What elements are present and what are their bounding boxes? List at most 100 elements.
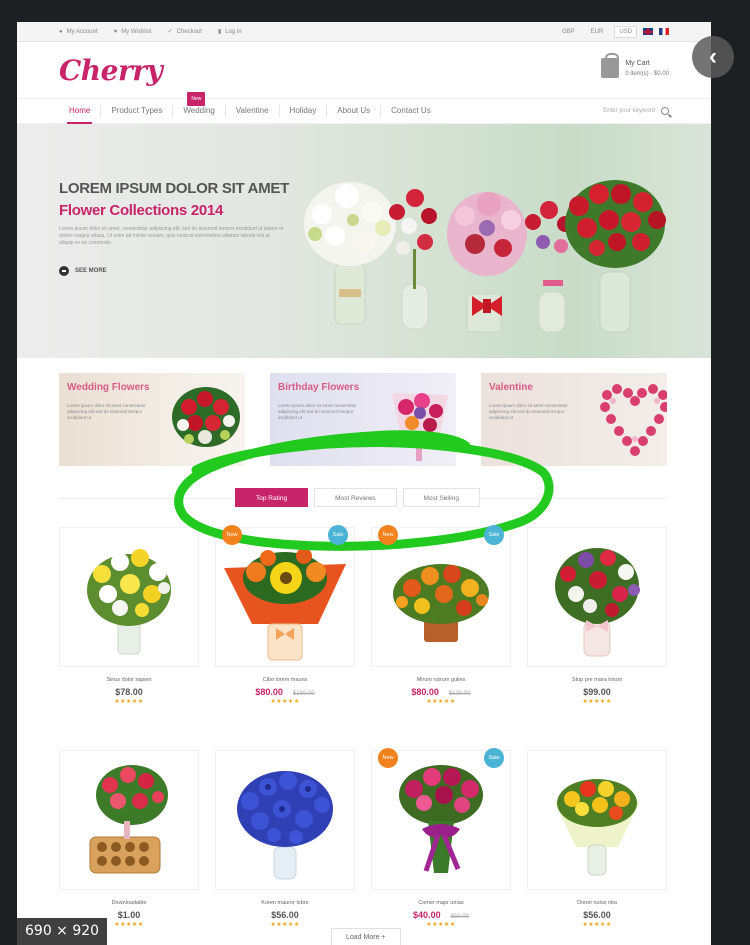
cart-title: My Cart <box>625 59 650 67</box>
close-viewer-button[interactable]: ‹ <box>692 36 734 78</box>
product-card[interactable]: New Sale Comer mapr umas $40.00 $50.00 ★★… <box>371 748 511 928</box>
product-grid: Sinus dolor sapien $78.00 ★★★★★ New Sale <box>59 525 667 928</box>
site-header: Cherry My Cart 0 item(s) - $0.00 <box>17 42 711 98</box>
category-birthday-flowers[interactable]: Birthday Flowers Lorem ipsum dolor sit a… <box>270 373 456 466</box>
mixed-rose-bouquet-image <box>555 548 640 657</box>
product-card[interactable]: Koren mauror lobre $56.00 ★★★★★ <box>215 750 355 928</box>
new-badge: New <box>187 92 206 106</box>
shopping-bag-icon <box>601 53 620 78</box>
france-flag-icon[interactable] <box>659 28 669 35</box>
uk-flag-icon[interactable] <box>643 28 653 35</box>
product-card[interactable]: New Sale Cibo lorem mauris $80.00 $100.00… <box>215 525 355 705</box>
lock-icon: ▮ <box>217 29 222 35</box>
product-image[interactable] <box>215 527 355 667</box>
search-icon[interactable] <box>661 107 669 115</box>
birthday-bouquet-image <box>392 393 448 461</box>
old-price: $100.00 <box>448 691 471 697</box>
nav-holiday[interactable]: Holiday <box>280 105 328 117</box>
mini-cart[interactable]: My Cart 0 item(s) - $0.00 <box>601 53 669 78</box>
user-icon: ● <box>59 28 63 35</box>
orange-gerbera-bouquet-image <box>224 548 346 661</box>
category-banners: Wedding Flowers Lorem ipsum dolor sit am… <box>59 373 667 466</box>
product-card[interactable]: Donet nulus nita $56.00 ★★★★★ <box>527 750 667 928</box>
product-price: $56.00 <box>271 910 299 920</box>
login-link[interactable]: ▮ Log in <box>217 28 242 36</box>
product-price: $40.00 $50.00 <box>413 910 469 920</box>
cart-summary: 0 item(s) - $0.00 <box>625 70 669 77</box>
product-card[interactable]: Sinus dolor sapien $78.00 ★★★★★ <box>59 527 199 705</box>
hero-slider[interactable]: LOREM IPSUM DOLOR SIT AMET Flower Collec… <box>17 124 711 358</box>
search-box[interactable]: Enter your keyword <box>603 107 669 115</box>
heart-icon: ♥ <box>113 28 118 35</box>
nav-wedding[interactable]: New Wedding <box>173 92 226 117</box>
blue-cornflower-bouquet-image <box>237 771 333 880</box>
nav-contact-us[interactable]: Contact Us <box>381 105 441 117</box>
rating-stars-icon: ★★★★★ <box>426 922 456 928</box>
load-more-button[interactable]: Load More + <box>331 928 401 945</box>
product-price: $78.00 <box>115 687 143 697</box>
product-card[interactable]: New Sale Mirum rutrum gulies $80.00 $100.… <box>371 525 511 705</box>
product-price: $99.00 <box>583 687 611 697</box>
nav-product-types[interactable]: Product Types <box>101 105 174 117</box>
currency-gbp[interactable]: GBP <box>557 26 580 38</box>
product-name[interactable]: Cibo lorem mauris <box>215 677 355 683</box>
rating-stars-icon: ★★★★★ <box>270 922 300 928</box>
product-image[interactable] <box>527 750 667 890</box>
category-wedding-flowers[interactable]: Wedding Flowers Lorem ipsum dolor sit am… <box>59 373 245 466</box>
nav-about-us[interactable]: About Us <box>327 105 382 117</box>
rating-stars-icon: ★★★★★ <box>582 699 612 705</box>
autumn-basket-arrangement-image <box>393 564 489 642</box>
category-valentine[interactable]: Valentine Lorem ipsum dolor sit amet con… <box>481 373 667 466</box>
new-badge: New <box>378 748 398 768</box>
search-input[interactable]: Enter your keyword <box>603 108 655 114</box>
product-name[interactable]: Sinus dolor sapien <box>59 677 199 683</box>
product-name[interactable]: Downloadable <box>59 900 199 906</box>
product-image[interactable] <box>59 527 199 667</box>
currency-usd[interactable]: USD <box>614 25 637 38</box>
product-image[interactable] <box>215 750 355 890</box>
tab-most-reviews[interactable]: Most Reviews <box>314 488 397 507</box>
account-link[interactable]: ● My Account <box>59 29 98 35</box>
product-card[interactable]: Stop pre mara lorum $99.00 ★★★★★ <box>527 527 667 705</box>
product-price: $56.00 <box>583 910 611 920</box>
sale-badge: Sale <box>328 525 348 545</box>
main-navigation: Home Product Types New Wedding Valentine … <box>17 92 711 124</box>
product-image[interactable] <box>371 750 511 890</box>
product-card[interactable]: Downloadable $1.00 ★★★★★ <box>59 750 199 928</box>
website-screenshot: ● My Account ♥ My Wishlist ✓ Checkout ▮ Log … <box>17 22 711 945</box>
yellow-wrapped-bouquet-image <box>554 779 640 876</box>
tab-most-selling[interactable]: Most Selling <box>402 488 480 507</box>
product-name[interactable]: Comer mapr umas <box>371 900 511 906</box>
image-dimensions-label: 690 × 920 <box>17 918 108 945</box>
yellow-white-bouquet-image <box>87 549 171 655</box>
rose-heart-image <box>600 384 667 456</box>
product-name[interactable]: Koren mauror lobre <box>215 900 355 906</box>
top-bar: ● My Account ♥ My Wishlist ✓ Checkout ▮ Log … <box>17 22 711 42</box>
checkout-link[interactable]: ✓ Checkout <box>168 28 202 36</box>
product-image[interactable] <box>59 750 199 890</box>
cherry-logo[interactable]: Cherry <box>59 54 163 87</box>
product-tabs-row: Top Rating Most Reviews Most Selling <box>59 488 667 508</box>
wishlist-link[interactable]: ♥ My Wishlist <box>114 29 152 35</box>
new-badge: New <box>222 525 242 545</box>
wedding-bouquet-image <box>172 387 240 447</box>
product-price: $80.00 $100.00 <box>411 687 471 697</box>
sale-badge: Sale <box>484 748 504 768</box>
nav-home[interactable]: Home <box>59 105 102 124</box>
tab-top-rating[interactable]: Top Rating <box>235 488 309 507</box>
rating-stars-icon: ★★★★★ <box>270 699 300 705</box>
old-price: $50.00 <box>450 914 469 920</box>
product-image[interactable] <box>371 527 511 667</box>
carnation-chocolate-gift-image <box>89 765 168 874</box>
rating-stars-icon: ★★★★★ <box>582 922 612 928</box>
product-name[interactable]: Stop pre mara lorum <box>527 677 667 683</box>
rating-stars-icon: ★★★★★ <box>426 699 456 705</box>
chevron-left-icon: ‹ <box>709 43 717 70</box>
product-image[interactable] <box>527 527 667 667</box>
product-name[interactable]: Donet nulus nita <box>527 900 667 906</box>
image-viewer: ● My Account ♥ My Wishlist ✓ Checkout ▮ Log … <box>0 0 750 945</box>
sale-badge: Sale <box>484 525 504 545</box>
product-name[interactable]: Mirum rutrum gulies <box>371 677 511 683</box>
nav-valentine[interactable]: Valentine <box>226 105 280 117</box>
currency-eur[interactable]: EUR <box>586 26 609 38</box>
